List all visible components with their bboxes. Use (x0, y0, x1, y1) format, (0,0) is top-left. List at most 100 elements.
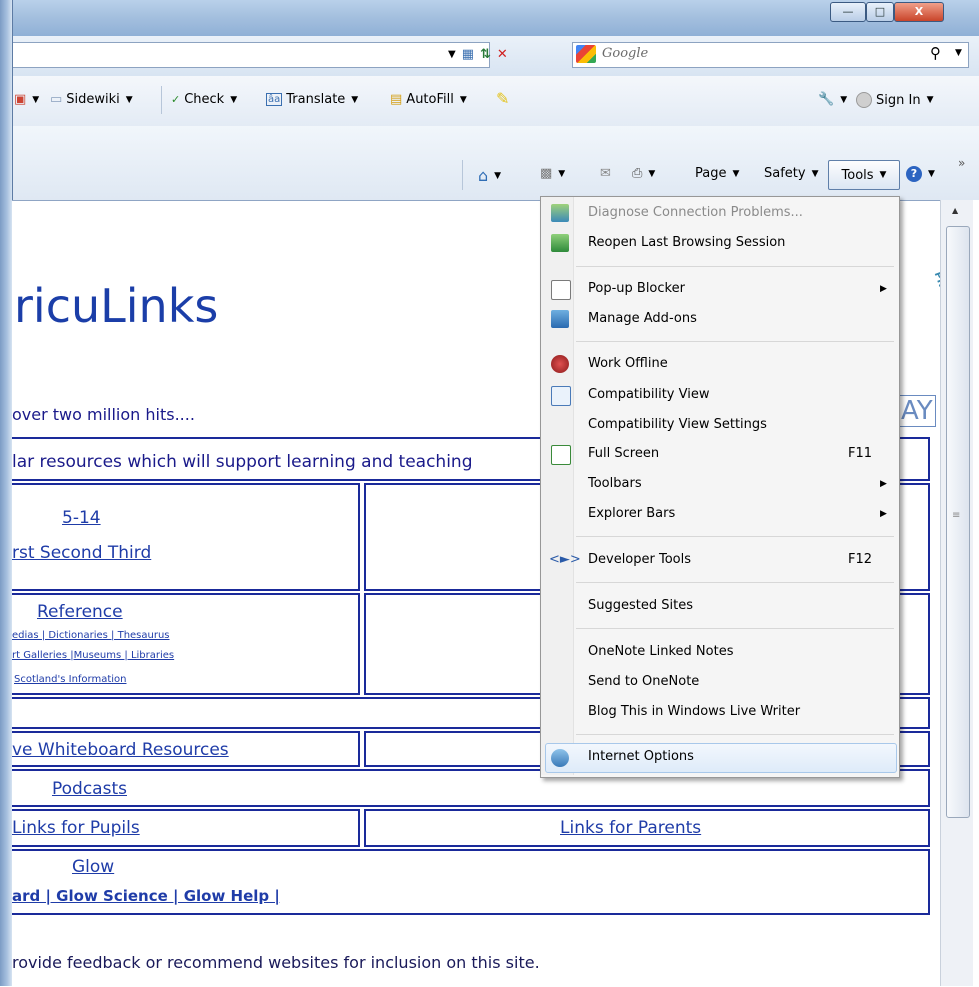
safety-menu-label: Safety (764, 166, 806, 181)
print-button[interactable]: ⎙ ▼ (632, 166, 655, 181)
page-menu-button[interactable]: Page ▼ (695, 166, 739, 181)
developer-tools-shortcut: F12 (848, 552, 873, 567)
menu-item-toolbars[interactable]: Toolbars (588, 476, 642, 491)
menu-item-send-to-onenote[interactable]: Send to OneNote (588, 674, 699, 689)
settings-button[interactable]: 🔧 ▼ (818, 92, 847, 107)
menu-item-onenote-linked-notes[interactable]: OneNote Linked Notes (588, 644, 733, 659)
search-icon[interactable]: ⚲ (930, 44, 941, 62)
diagnose-icon (551, 204, 569, 222)
menu-item-explorer-bars[interactable]: Explorer Bars (588, 506, 675, 521)
search-placeholder: Google (602, 46, 649, 61)
link-reference[interactable]: Reference (37, 602, 123, 622)
tools-menu-button[interactable]: Tools ▼ (828, 160, 900, 190)
menu-item-blog-this[interactable]: Blog This in Windows Live Writer (588, 704, 800, 719)
menu-separator (576, 341, 894, 342)
link-levels[interactable]: rst Second Third (12, 543, 151, 563)
home-button[interactable]: ⌂ ▼ (478, 166, 501, 185)
menu-item-reopen-session[interactable]: Reopen Last Browsing Session (588, 235, 785, 250)
menu-separator (576, 266, 894, 267)
google-logo-icon[interactable] (576, 45, 596, 63)
stop-icon[interactable]: ✕ (497, 47, 508, 62)
submenu-arrow-icon: ▶ (880, 479, 887, 489)
tools-menu-label: Tools (841, 167, 874, 183)
feeds-icon: ▩ (540, 166, 553, 181)
menu-item-diagnose[interactable]: Diagnose Connection Problems... (588, 205, 803, 220)
sign-in-button[interactable]: Sign In ▼ (856, 92, 933, 108)
check-button[interactable]: ✓ Check ▼ (171, 92, 237, 107)
submenu-arrow-icon: ▶ (880, 284, 887, 294)
check-label: Check (184, 92, 225, 107)
menu-item-work-offline[interactable]: Work Offline (588, 356, 668, 371)
share-icon: ▣ (14, 92, 27, 107)
page-menu-label: Page (695, 166, 727, 181)
table-cell (12, 849, 930, 915)
link-pupils[interactable]: Links for Pupils (12, 818, 140, 838)
banner-text: lar resources which will support learnin… (12, 452, 473, 472)
menu-item-manage-addons[interactable]: Manage Add-ons (588, 311, 697, 326)
spellcheck-icon: ✓ (171, 93, 181, 106)
link-parents[interactable]: Links for Parents (560, 818, 701, 838)
translate-icon: âa (266, 93, 283, 106)
link-glow[interactable]: Glow (72, 857, 114, 877)
submenu-arrow-icon: ▶ (880, 509, 887, 519)
menu-separator (576, 536, 894, 537)
sign-in-label: Sign In (876, 92, 921, 108)
link-podcasts[interactable]: Podcasts (52, 779, 127, 799)
scrollbar-thumb[interactable] (946, 226, 970, 818)
address-tools: ▼ ▦ ⇅ ✕ (448, 42, 508, 66)
badge-text: AY (898, 395, 936, 427)
refresh-icon[interactable]: ⇅ (480, 47, 491, 62)
close-window-button[interactable]: X (894, 2, 944, 22)
address-dropdown-icon[interactable]: ▼ (448, 49, 456, 60)
link-5-14[interactable]: 5-14 (62, 508, 101, 528)
translate-button[interactable]: âa Translate ▼ (266, 92, 358, 107)
sign-in-icon (856, 92, 872, 108)
translate-label: Translate (286, 92, 346, 107)
help-button[interactable]: ? ▼ (906, 166, 935, 182)
menu-item-suggested-sites[interactable]: Suggested Sites (588, 598, 693, 613)
search-dropdown-icon[interactable]: ▼ (955, 48, 962, 58)
toolbar-share-button[interactable]: ▣ ▼ (14, 92, 39, 107)
minimize-button[interactable]: — (830, 2, 866, 22)
menu-item-popup-blocker[interactable]: Pop-up Blocker (588, 281, 685, 296)
sidewiki-button[interactable]: ▭ Sidewiki ▼ (50, 92, 133, 107)
link-reference-line3[interactable]: Scotland's Information (14, 674, 127, 685)
link-glow-sections[interactable]: ard | Glow Science | Glow Help | (12, 887, 280, 905)
toolbar-separator (161, 86, 162, 114)
addons-icon (551, 310, 569, 328)
highlighter-icon[interactable]: ✎ (496, 89, 509, 108)
link-reference-line2[interactable]: rt Galleries |Museums | Libraries (12, 650, 174, 661)
reopen-icon (551, 234, 569, 252)
menu-item-full-screen[interactable]: Full Screen (588, 446, 659, 461)
popup-icon (551, 280, 571, 300)
compat-icon (551, 386, 571, 406)
options-icon (551, 749, 569, 767)
mail-icon[interactable]: ✉ (600, 166, 611, 181)
menu-separator (576, 628, 894, 629)
safety-menu-button[interactable]: Safety ▼ (764, 166, 819, 181)
menu-item-developer-tools[interactable]: Developer Tools (588, 552, 691, 567)
table-cell (12, 483, 360, 591)
help-icon: ? (906, 166, 922, 182)
autofill-button[interactable]: ▤ AutoFill ▼ (390, 92, 467, 107)
site-logo-text: ricuLinks (14, 279, 219, 333)
menu-item-compatibility-view[interactable]: Compatibility View (588, 387, 709, 402)
wrench-icon: 🔧 (818, 92, 835, 107)
link-whiteboard[interactable]: ve Whiteboard Resources (12, 740, 229, 760)
maximize-button[interactable]: □ (866, 2, 894, 22)
command-bar-overflow-icon[interactable]: » (958, 156, 965, 170)
fullscreen-icon (551, 445, 571, 465)
compatibility-view-icon[interactable]: ▦ (462, 47, 474, 62)
print-icon: ⎙ (632, 166, 643, 181)
link-reference-line1[interactable]: edias | Dictionaries | Thesaurus (12, 630, 170, 641)
menu-item-compatibility-settings[interactable]: Compatibility View Settings (588, 417, 767, 432)
autofill-label: AutoFill (406, 92, 454, 107)
scroll-up-arrow-icon[interactable]: ▲ (952, 206, 958, 215)
feeds-button[interactable]: ▩ ▼ (540, 166, 565, 181)
command-bar-separator (462, 160, 463, 190)
menu-item-internet-options[interactable]: Internet Options (588, 749, 694, 764)
address-field[interactable] (12, 42, 490, 68)
sidewiki-label: Sidewiki (66, 92, 120, 107)
full-screen-shortcut: F11 (848, 446, 873, 461)
menu-separator (576, 734, 894, 735)
